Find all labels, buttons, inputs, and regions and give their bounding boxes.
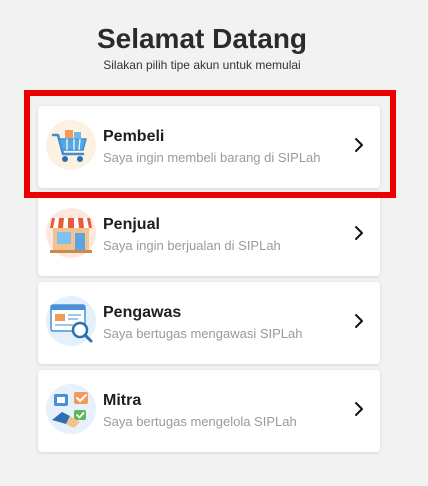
account-type-card-pembeli[interactable]: Pembeli Saya ingin membeli barang di SIP… (38, 106, 380, 188)
card-description: Saya bertugas mengawasi SIPLah (103, 326, 303, 341)
chevron-right-icon (352, 136, 366, 154)
account-type-card-penjual[interactable]: Penjual Saya ingin berjualan di SIPLah (38, 194, 380, 276)
card-description: Saya ingin membeli barang di SIPLah (103, 150, 321, 165)
welcome-header: Selamat Datang Silakan pilih tipe akun u… (0, 22, 404, 72)
card-label: Penjual (103, 216, 160, 233)
chevron-right-icon (352, 400, 366, 418)
card-label: Pembeli (103, 128, 165, 145)
card-label: Mitra (103, 392, 142, 409)
card-description: Saya ingin berjualan di SIPLah (103, 238, 281, 253)
partner-handshake-icon (44, 382, 98, 436)
inspection-magnifier-icon (44, 294, 98, 348)
page-title: Selamat Datang (96, 23, 308, 54)
chevron-right-icon (352, 312, 366, 330)
page-subtitle: Silakan pilih tipe akun untuk memulai (103, 58, 301, 72)
account-type-card-mitra[interactable]: Mitra Saya bertugas mengelola SIPLah (38, 370, 380, 452)
chevron-right-icon (352, 224, 366, 242)
storefront-icon (44, 206, 98, 260)
card-label: Pengawas (103, 304, 182, 321)
account-type-card-pengawas[interactable]: Pengawas Saya bertugas mengawasi SIPLah (38, 282, 380, 364)
card-description: Saya bertugas mengelola SIPLah (103, 414, 297, 429)
shopping-cart-icon (44, 118, 98, 172)
